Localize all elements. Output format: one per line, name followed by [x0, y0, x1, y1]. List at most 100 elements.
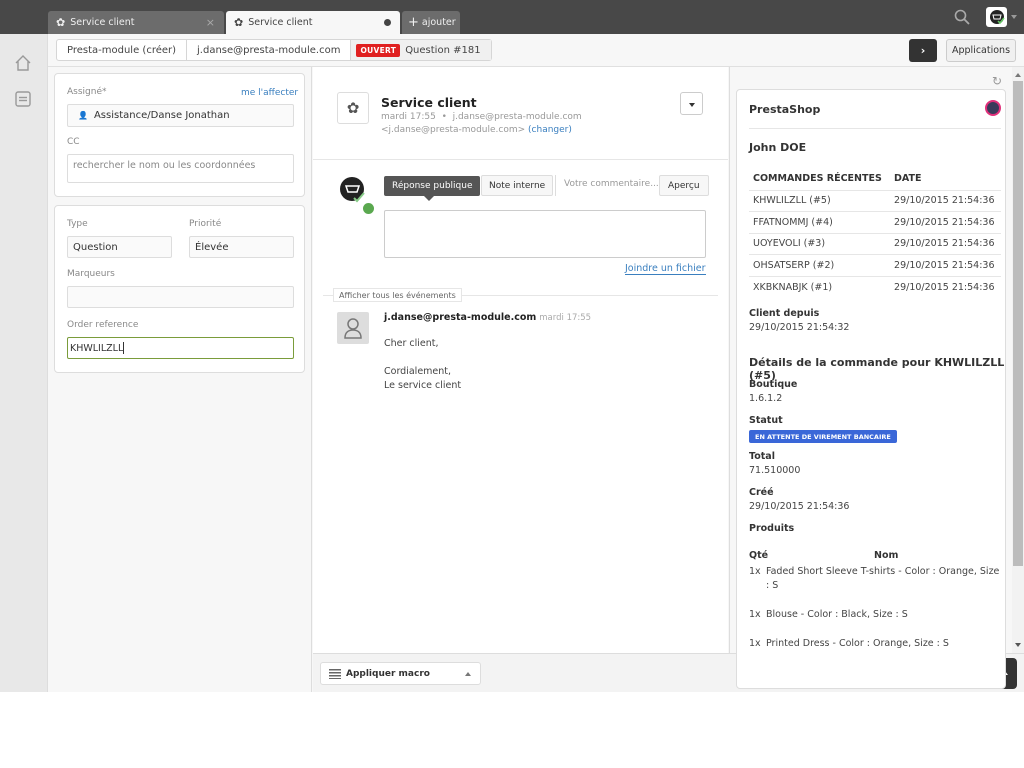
scroll-up-arrow-icon[interactable]: [1015, 73, 1021, 77]
message-line: Cher client,: [384, 338, 439, 349]
agent-avatar: [340, 177, 365, 203]
product-qty: 1x: [749, 638, 761, 649]
product-qty: 1x: [749, 609, 761, 620]
person-icon: 👤: [78, 111, 88, 120]
created-value: 29/10/2015 21:54:36: [749, 501, 850, 512]
product-name: Blouse - Color : Black, Size : S: [766, 609, 908, 620]
tickets-icon[interactable]: [14, 90, 32, 108]
assignment-card: Assigné* me l'affecter 👤 Assistance/Dans…: [54, 73, 305, 197]
order-reference-input[interactable]: KHWLILZLL: [67, 337, 294, 359]
created-label: Créé: [749, 487, 774, 498]
table-row[interactable]: FFATNOMMJ (#4) 29/10/2015 21:54:36: [749, 211, 1001, 234]
order-date: 29/10/2015 21:54:36: [890, 254, 1001, 277]
breadcrumb-ticket[interactable]: OUVERT Question #181: [351, 40, 491, 60]
priority-select[interactable]: Élevée: [189, 236, 294, 258]
applications-button[interactable]: Applications: [946, 39, 1016, 62]
ticket-fields-card: Type Priorité Question Élevée Marqueurs …: [54, 205, 305, 373]
home-icon[interactable]: [14, 54, 32, 72]
user-avatar[interactable]: [986, 7, 1007, 27]
order-ref[interactable]: OHSATSERP (#2): [749, 254, 891, 277]
conversation-date: mardi 17:55: [381, 112, 436, 122]
table-row[interactable]: OHSATSERP (#2) 29/10/2015 21:54:36: [749, 254, 1001, 277]
total-label: Total: [749, 451, 775, 462]
app-window: ✿ Service client × ✿ Service client + aj…: [0, 0, 1024, 692]
apply-macro-button[interactable]: Appliquer macro: [320, 662, 481, 685]
message-author-email: j.danse@presta-module.com: [384, 312, 537, 323]
public-reply-tab[interactable]: Réponse publique: [384, 176, 481, 201]
order-ref[interactable]: XKBKNABJK (#1): [749, 276, 890, 298]
breadcrumb-organization[interactable]: Presta-module (créer): [57, 40, 188, 60]
order-reference-value: KHWLILZLL: [70, 342, 124, 354]
assign-me-link[interactable]: me l'affecter: [241, 88, 298, 98]
breadcrumb-requester[interactable]: j.danse@presta-module.com: [187, 40, 352, 60]
attach-file-link[interactable]: Joindre un fichier: [625, 263, 706, 275]
order-date: 29/10/2015 21:54:36: [890, 211, 1001, 234]
chevron-down-icon[interactable]: [1011, 15, 1017, 19]
reply-to-address: <j.danse@presta-module.com>: [381, 125, 526, 135]
table-row[interactable]: XKBKNABJK (#1) 29/10/2015 21:54:36: [749, 276, 1001, 298]
tags-input[interactable]: [67, 286, 294, 308]
priority-label: Priorité: [189, 219, 222, 229]
internal-note-tab[interactable]: Note interne: [481, 175, 554, 196]
chevron-right-icon: ›: [920, 44, 926, 57]
message-body: Cher client, Cordialement, Le service cl…: [384, 337, 461, 393]
products-label: Produits: [749, 523, 795, 534]
name-header: Nom: [874, 550, 899, 561]
cc-label: CC: [67, 137, 80, 147]
ticket-header-bar: Presta-module (créer) j.danse@presta-mod…: [48, 34, 1024, 67]
close-icon[interactable]: ×: [206, 16, 215, 29]
assignee-field[interactable]: 👤 Assistance/Danse Jonathan: [67, 104, 294, 127]
next-ticket-button[interactable]: ›: [909, 39, 937, 62]
product-name: Faded Short Sleeve T-shirts - Color : Or…: [766, 566, 1000, 591]
apps-panel: ↻ PrestaShop John DOE COMMANDES RÉCENTES…: [729, 67, 1024, 689]
order-status-badge: EN ATTENTE DE VIREMENT BANCAIRE: [749, 430, 897, 443]
search-icon[interactable]: [954, 9, 970, 25]
change-link[interactable]: (changer): [528, 125, 572, 135]
client-since-label: Client depuis: [749, 308, 820, 319]
author-avatar: [337, 312, 369, 344]
total-value: 71.510000: [749, 465, 801, 476]
product-item: 1x Blouse - Color : Black, Size : S: [749, 608, 1004, 622]
scrollbar-thumb[interactable]: [1013, 81, 1023, 566]
table-row[interactable]: UOYEVOLI (#3) 29/10/2015 21:54:36: [749, 233, 1001, 255]
ticket-title: Question #181: [405, 44, 481, 56]
column-header: DATE: [890, 168, 1001, 191]
add-tab-label: ajouter: [421, 17, 456, 28]
tab-service-client-2[interactable]: ✿ Service client: [226, 11, 400, 34]
cc-input[interactable]: rechercher le nom ou les coordonnées: [67, 154, 294, 183]
app-title: PrestaShop: [749, 103, 821, 116]
order-ref[interactable]: UOYEVOLI (#3): [749, 233, 891, 255]
gear-icon: ✿: [337, 92, 369, 124]
product-item: 1x Faded Short Sleeve T-shirts - Color : …: [749, 565, 1004, 593]
show-all-events-button[interactable]: Afficher tous les événements: [333, 288, 462, 302]
shop-label: Boutique: [749, 379, 798, 390]
refresh-icon[interactable]: ↻: [992, 74, 1002, 88]
client-since-value: 29/10/2015 21:54:32: [749, 322, 850, 333]
order-date: 29/10/2015 21:54:36: [890, 233, 1001, 255]
table-row[interactable]: KHWLILZLL (#5) 29/10/2015 21:54:36: [749, 190, 1001, 212]
order-ref[interactable]: FFATNOMMJ (#4): [749, 211, 891, 234]
comment-placeholder: Votre commentaire...: [564, 179, 659, 189]
apply-macro-label: Appliquer macro: [346, 668, 430, 679]
reply-textarea[interactable]: [384, 210, 706, 258]
order-ref[interactable]: KHWLILZLL (#5): [749, 190, 891, 212]
assignee-label: Assigné*: [67, 87, 107, 97]
shop-value: 1.6.1.2: [749, 393, 783, 404]
unsaved-dot-icon[interactable]: [384, 19, 391, 26]
tab-service-client-1[interactable]: ✿ Service client ×: [48, 11, 224, 34]
add-tab-button[interactable]: + ajouter: [402, 11, 460, 34]
product-name: Printed Dress - Color : Orange, Size : S: [766, 638, 949, 649]
ticket-properties-panel: Assigné* me l'affecter 👤 Assistance/Dans…: [48, 67, 312, 692]
scroll-down-arrow-icon[interactable]: [1015, 643, 1021, 647]
conversation-pane: ✿ Service client mardi 17:55 • j.danse@p…: [313, 67, 728, 653]
prestashop-app-card: PrestaShop John DOE COMMANDES RÉCENTES D…: [736, 89, 1006, 689]
conversation-options-dropdown[interactable]: [680, 92, 703, 115]
preview-button[interactable]: Aperçu: [659, 175, 709, 196]
type-select[interactable]: Question: [67, 236, 172, 258]
assignee-value: Assistance/Danse Jonathan: [93, 110, 230, 121]
divider: [555, 175, 556, 196]
message-line: Cordialement,: [384, 366, 452, 377]
conversation-header: ✿ Service client mardi 17:55 • j.danse@p…: [313, 67, 728, 160]
prestashop-logo-icon: [985, 100, 1001, 116]
conversation-from: j.danse@presta-module.com: [452, 112, 582, 122]
